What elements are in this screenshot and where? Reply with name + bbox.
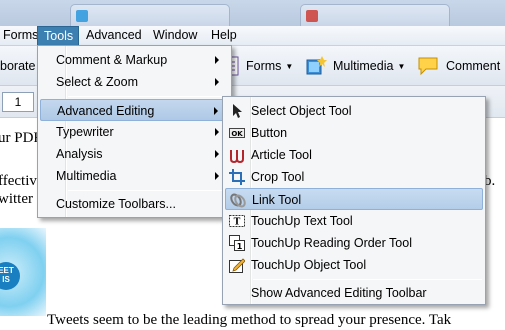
menu-item-typewriter[interactable]: Typewriter: [40, 121, 229, 143]
menu-item-label: Link Tool: [252, 193, 302, 207]
document-text-line: Tweets seem to be the leading method to …: [47, 312, 452, 328]
menu-item-label: Analysis: [56, 147, 103, 161]
menu-item-label: TouchUp Reading Order Tool: [251, 236, 412, 250]
document-text-line: ffectiv: [0, 173, 37, 189]
menu-item-label: TouchUp Text Tool: [251, 214, 353, 228]
menu-item-touchup-reading-order-tool[interactable]: 1 TouchUp Reading Order Tool: [225, 232, 483, 254]
chevron-down-icon: ▼: [397, 61, 406, 71]
menu-item-multimedia[interactable]: Multimedia: [40, 165, 229, 187]
menu-item-label: Multimedia: [56, 169, 117, 183]
comment-label: Comment: [446, 59, 501, 73]
comment-button[interactable]: Comment: [416, 56, 500, 76]
menu-item-article-tool[interactable]: Article Tool: [225, 144, 483, 166]
menu-item-crop-tool[interactable]: Crop Tool: [225, 166, 483, 188]
menu-item-advanced-editing[interactable]: Advanced Editing: [40, 99, 229, 121]
submenu-arrow-icon: [215, 78, 219, 86]
menu-help[interactable]: Help: [205, 26, 243, 46]
reading-order-icon: 1: [229, 235, 245, 251]
multimedia-button[interactable]: Multimedia ▼: [305, 56, 405, 76]
touchup-object-icon: [229, 258, 245, 273]
submenu-arrow-icon: [215, 128, 219, 136]
menu-separator: [68, 190, 228, 191]
menu-item-link-tool[interactable]: Link Tool: [225, 188, 483, 210]
menu-item-select-zoom[interactable]: Select & Zoom: [40, 71, 229, 93]
collaborate-label: borate: [0, 59, 36, 73]
twitter-favicon-icon: [76, 10, 88, 22]
menu-item-label: Typewriter: [56, 125, 114, 139]
document-text-line: witter: [0, 191, 33, 207]
menu-item-comment-markup[interactable]: Comment & Markup: [40, 49, 229, 71]
svg-text:OK: OK: [231, 130, 243, 138]
comment-bubble-icon: [418, 57, 438, 76]
menu-window[interactable]: Window: [147, 26, 203, 46]
menu-item-label: Crop Tool: [251, 170, 305, 184]
collaborate-button[interactable]: borate: [0, 56, 35, 76]
menu-item-label: Select & Zoom: [56, 75, 138, 89]
menu-item-label: Show Advanced Editing Toolbar: [251, 286, 427, 300]
article-icon: [230, 150, 244, 163]
menu-tools[interactable]: Tools: [37, 26, 79, 46]
ok-button-icon: OK: [229, 128, 245, 138]
menu-item-show-advanced-editing-toolbar[interactable]: Show Advanced Editing Toolbar: [225, 282, 483, 304]
menu-item-select-object-tool[interactable]: Select Object Tool: [225, 100, 483, 122]
site-favicon-icon: [306, 10, 318, 22]
browser-tab[interactable]: [300, 4, 450, 26]
multimedia-icon: [306, 56, 327, 75]
submenu-arrow-icon: [215, 172, 219, 180]
forms-button[interactable]: Forms ▼: [222, 56, 293, 76]
menu-item-label: Customize Toolbars...: [56, 197, 176, 211]
tools-menu: Comment & Markup Select & Zoom Advanced …: [37, 45, 232, 218]
link-icon: [230, 193, 246, 208]
browser-tab[interactable]: [70, 4, 230, 26]
svg-text:T: T: [234, 218, 241, 228]
menu-separator: [253, 279, 482, 280]
submenu-arrow-icon: [215, 150, 219, 158]
page-number-input[interactable]: 1: [2, 92, 34, 112]
submenu-arrow-icon: [214, 107, 218, 115]
menu-item-analysis[interactable]: Analysis: [40, 143, 229, 165]
menu-item-customize-toolbars[interactable]: Customize Toolbars...: [40, 193, 229, 215]
menu-item-label: Select Object Tool: [251, 104, 352, 118]
tweet-badge-text: EET IS: [0, 266, 14, 284]
menu-item-touchup-object-tool[interactable]: TouchUp Object Tool: [225, 254, 483, 276]
browser-tab-strip: [0, 0, 505, 26]
menu-item-label: Advanced Editing: [57, 104, 155, 118]
menu-item-button[interactable]: OK Button: [225, 122, 483, 144]
advanced-editing-submenu: Select Object Tool OK Button Article Too…: [222, 96, 486, 305]
arrow-pointer-icon: [233, 104, 242, 118]
crop-icon: [229, 169, 245, 185]
chevron-down-icon: ▼: [285, 61, 294, 71]
touchup-text-icon: T: [229, 215, 245, 228]
menu-advanced[interactable]: Advanced: [80, 26, 148, 46]
menu-item-label: Article Tool: [251, 148, 312, 162]
menu-item-label: Comment & Markup: [56, 53, 168, 67]
menu-bar: Forms Tools Advanced Window Help: [0, 26, 505, 46]
forms-label: Forms: [246, 59, 282, 73]
menu-item-touchup-text-tool[interactable]: T TouchUp Text Tool: [225, 210, 483, 232]
submenu-arrow-icon: [215, 56, 219, 64]
menu-item-label: TouchUp Object Tool: [251, 258, 367, 272]
multimedia-label: Multimedia: [333, 59, 394, 73]
menu-separator: [68, 96, 228, 97]
document-text-line: ur PDF: [0, 130, 42, 146]
svg-text:1: 1: [237, 242, 243, 251]
menu-item-label: Button: [251, 126, 288, 140]
